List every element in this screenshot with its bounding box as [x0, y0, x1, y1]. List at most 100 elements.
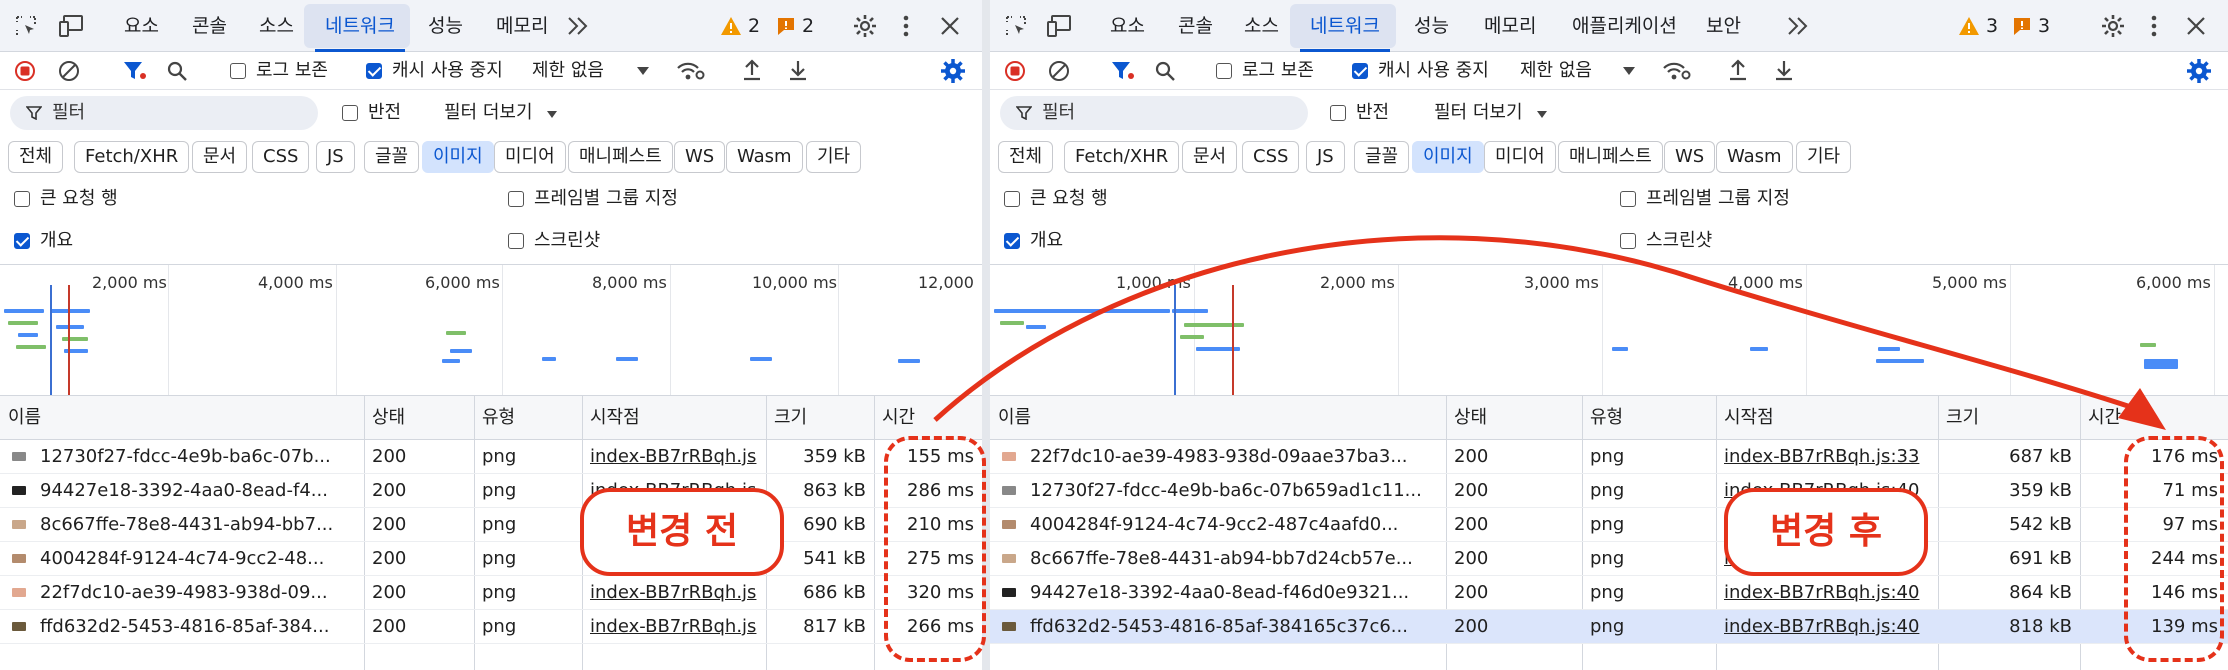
tab-network[interactable]: 네트워크 — [315, 0, 405, 52]
warning-icon[interactable] — [1958, 16, 1980, 36]
tab-sources[interactable]: 소스 — [259, 0, 294, 52]
search-icon[interactable] — [1154, 60, 1176, 82]
column-header-type[interactable]: 유형 — [1582, 396, 1623, 440]
cell-initiator[interactable]: index-BB7rRBqh.js — [582, 440, 766, 474]
type-chip-all[interactable]: 전체 — [8, 141, 64, 173]
more-filters-chevron-icon[interactable] — [1536, 110, 1548, 119]
type-chip-css[interactable]: CSS — [1242, 141, 1300, 173]
network-conditions-icon[interactable] — [676, 60, 706, 82]
type-chip-ws[interactable]: WS — [674, 141, 726, 173]
search-icon[interactable] — [166, 60, 188, 82]
type-chip-font[interactable]: 글꼴 — [364, 141, 420, 173]
table-row[interactable]: ffd632d2-5453-4816-85af-384165c37c6... 20… — [990, 610, 2228, 644]
type-chip-font[interactable]: 글꼴 — [1354, 141, 1410, 173]
tab-elements[interactable]: 요소 — [1110, 0, 1145, 52]
type-chip-js[interactable]: JS — [1306, 141, 1345, 173]
warning-icon[interactable] — [720, 16, 742, 36]
device-toolbar-icon[interactable] — [1046, 14, 1074, 38]
type-chip-manifest[interactable]: 매니페스트 — [1558, 141, 1663, 173]
tab-console[interactable]: 콘솔 — [192, 0, 227, 52]
more-tabs-icon[interactable] — [1786, 16, 1810, 36]
type-chip-media[interactable]: 미디어 — [1484, 141, 1556, 173]
table-row[interactable]: ffd632d2-5453-4816-85af-384... 200 png inde… — [0, 610, 982, 644]
cell-initiator[interactable]: index-BB7rRBqh.js:33 — [1716, 440, 1938, 474]
import-har-icon[interactable] — [1728, 58, 1748, 82]
type-chip-fetch-xhr[interactable]: Fetch/XHR — [1064, 141, 1180, 173]
table-row[interactable]: 4004284f-9124-4c74-9cc2-487c4aafd0... 200… — [990, 508, 2228, 542]
disable-cache-checkbox[interactable] — [366, 63, 382, 79]
overview-checkbox[interactable] — [1004, 233, 1020, 249]
more-filters-button[interactable]: 필터 더보기 — [444, 94, 533, 132]
invert-checkbox[interactable] — [1330, 105, 1346, 121]
type-chip-wasm[interactable]: Wasm — [726, 141, 803, 173]
type-chip-css[interactable]: CSS — [252, 141, 310, 173]
close-icon[interactable] — [2186, 16, 2206, 36]
table-row[interactable]: 8c667ffe-78e8-4431-ab94-bb7d24cb57e... 20… — [990, 542, 2228, 576]
cell-initiator[interactable]: index-BB7rRBqh.js:40 — [1716, 576, 1938, 610]
cell-initiator[interactable]: index-BB7rRBqh.js — [582, 576, 766, 610]
type-chip-wasm[interactable]: Wasm — [1716, 141, 1793, 173]
type-chip-doc[interactable]: 문서 — [192, 141, 248, 173]
network-overview-timeline[interactable]: 1,000 ms 2,000 ms 3,000 ms 4,000 ms 5,00… — [990, 264, 2228, 396]
table-row[interactable]: 22f7dc10-ae39-4983-938d-09aae37ba3... 200… — [990, 440, 2228, 474]
tab-application[interactable]: 애플리케이션 — [1572, 0, 1677, 52]
column-header-initiator[interactable]: 시작점 — [582, 396, 640, 440]
clear-icon[interactable] — [1048, 60, 1070, 82]
clear-icon[interactable] — [58, 60, 80, 82]
column-header-name[interactable]: 이름 — [990, 396, 1031, 440]
network-overview-timeline[interactable]: 2,000 ms 4,000 ms 6,000 ms 8,000 ms 10,0… — [0, 264, 982, 396]
table-row[interactable]: 94427e18-3392-4aa0-8ead-f4...200pngindex… — [0, 474, 982, 508]
cell-initiator[interactable]: index-BB7rRBqh.js — [582, 610, 766, 644]
chevron-down-icon[interactable] — [1622, 66, 1636, 76]
tab-memory[interactable]: 메모리 — [496, 0, 548, 52]
network-settings-gear-icon[interactable] — [2186, 58, 2212, 84]
device-toolbar-icon[interactable] — [58, 14, 86, 38]
column-header-initiator[interactable]: 시작점 — [1716, 396, 1774, 440]
table-row[interactable]: 8c667ffe-78e8-4431-ab94-bb7...200pnginde… — [0, 508, 982, 542]
type-chip-doc[interactable]: 문서 — [1182, 141, 1238, 173]
column-header-type[interactable]: 유형 — [474, 396, 515, 440]
type-chip-ws[interactable]: WS — [1664, 141, 1716, 173]
export-har-icon[interactable] — [788, 58, 808, 82]
screenshots-checkbox[interactable] — [1620, 233, 1636, 249]
tab-sources[interactable]: 소스 — [1244, 0, 1279, 52]
screenshots-checkbox[interactable] — [508, 233, 524, 249]
type-chip-manifest[interactable]: 매니페스트 — [568, 141, 673, 173]
column-header-time[interactable]: 시간 — [874, 396, 915, 440]
type-chip-all[interactable]: 전체 — [998, 141, 1054, 173]
issue-icon[interactable] — [776, 16, 796, 36]
column-header-size[interactable]: 크기 — [766, 396, 807, 440]
preserve-log-checkbox[interactable] — [1216, 63, 1232, 79]
type-chip-image[interactable]: 이미지 — [422, 141, 494, 173]
table-row[interactable]: 12730f27-fdcc-4e9b-ba6c-07b... 200 png inde… — [0, 440, 982, 474]
kebab-menu-icon[interactable] — [902, 14, 910, 38]
overview-checkbox[interactable] — [14, 233, 30, 249]
close-icon[interactable] — [940, 16, 960, 36]
warning-count[interactable]: 3 — [1986, 0, 1998, 52]
throttle-select[interactable]: 제한 없음 — [532, 52, 604, 90]
table-row[interactable]: 94427e18-3392-4aa0-8ead-f46d0e9321... 200… — [990, 576, 2228, 610]
tab-security[interactable]: 보안 — [1706, 0, 1741, 52]
group-by-frame-checkbox[interactable] — [1620, 191, 1636, 207]
issue-count[interactable]: 3 — [2038, 0, 2050, 52]
disable-cache-checkbox[interactable] — [1352, 63, 1368, 79]
record-stop-icon[interactable] — [14, 60, 36, 82]
table-row[interactable]: 12730f27-fdcc-4e9b-ba6c-07b659ad1c11... 2… — [990, 474, 2228, 508]
import-har-icon[interactable] — [742, 58, 762, 82]
settings-gear-icon[interactable] — [852, 13, 878, 39]
record-stop-icon[interactable] — [1004, 60, 1026, 82]
more-filters-chevron-icon[interactable] — [546, 110, 558, 119]
big-rows-checkbox[interactable] — [1004, 191, 1020, 207]
type-chip-image[interactable]: 이미지 — [1412, 141, 1484, 173]
chevron-down-icon[interactable] — [636, 66, 650, 76]
big-rows-checkbox[interactable] — [14, 191, 30, 207]
type-chip-js[interactable]: JS — [316, 141, 355, 173]
throttle-select[interactable]: 제한 없음 — [1520, 52, 1592, 90]
table-row[interactable]: 4004284f-9124-4c74-9cc2-48...200pngindex… — [0, 542, 982, 576]
preserve-log-checkbox[interactable] — [230, 63, 246, 79]
filter-funnel-icon[interactable] — [1110, 60, 1136, 82]
group-by-frame-checkbox[interactable] — [508, 191, 524, 207]
kebab-menu-icon[interactable] — [2150, 14, 2158, 38]
type-chip-fetch-xhr[interactable]: Fetch/XHR — [74, 141, 190, 173]
tab-console[interactable]: 콘솔 — [1178, 0, 1213, 52]
